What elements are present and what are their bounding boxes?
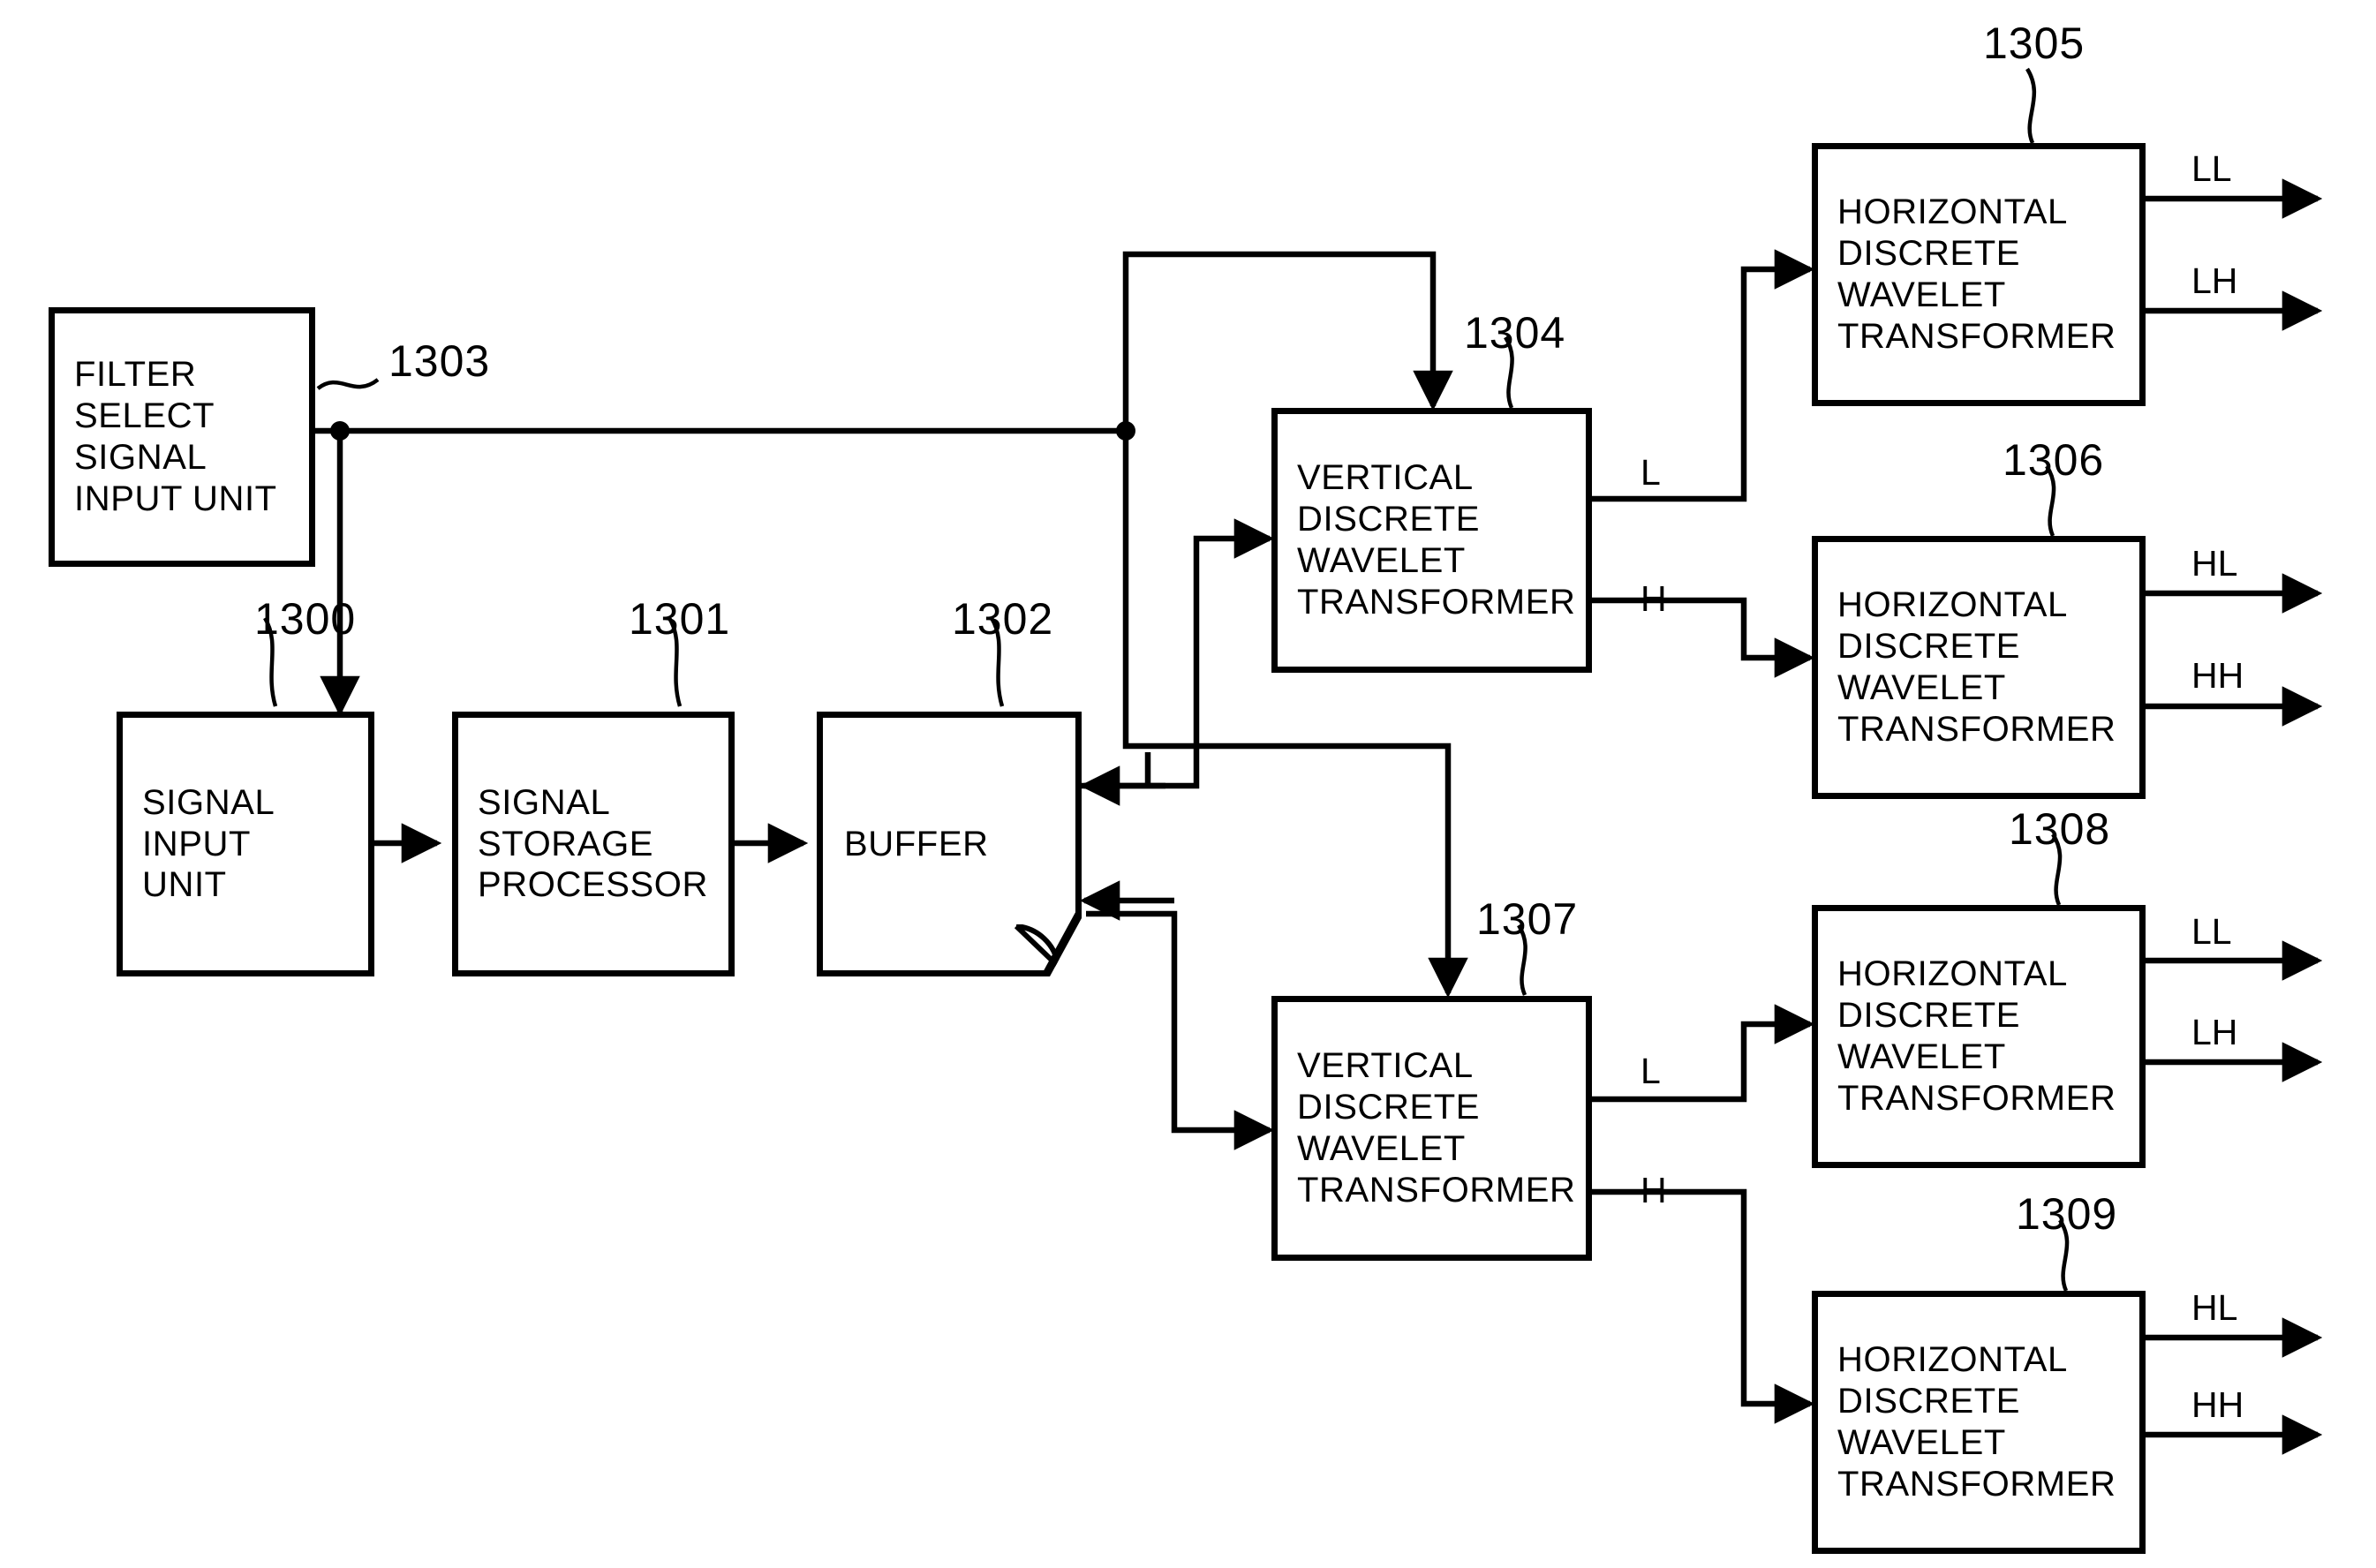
block-line: SELECT: [74, 396, 215, 436]
block-line: DISCRETE: [1837, 1382, 2021, 1421]
leader-1305: [2025, 67, 2037, 144]
block-line: DISCRETE: [1297, 500, 1481, 539]
signal-label-H-top: H: [1641, 578, 1667, 619]
ref-numeral-1304: 1304: [1464, 308, 1566, 358]
block-vertical-dwt-top[interactable]: VERTICAL DISCRETE WAVELET TRANSFORMER: [1271, 408, 1592, 673]
ref-numeral-1306: 1306: [2003, 435, 2105, 485]
block-line: HORIZONTAL: [1837, 585, 2068, 625]
leader-1303: [316, 378, 380, 390]
block-line: HORIZONTAL: [1837, 954, 2068, 994]
block-filter-select-signal-input-unit[interactable]: FILTER SELECT SIGNAL INPUT UNIT: [49, 307, 315, 567]
block-horizontal-dwt-1306[interactable]: HORIZONTAL DISCRETE WAVELET TRANSFORMER: [1812, 536, 2146, 799]
wire-vdwt-bottom-L-to-1308: [1592, 1004, 1815, 1103]
block-line: VERTICAL: [1297, 458, 1474, 498]
ref-numeral-1309: 1309: [2016, 1189, 2118, 1239]
wire-vdwt-top-L-to-1305: [1592, 249, 1815, 502]
block-line: TRANSFORMER: [1297, 582, 1576, 622]
ref-numeral-1303: 1303: [388, 336, 491, 386]
block-signal-storage-processor[interactable]: SIGNAL STORAGE PROCESSOR: [452, 712, 735, 976]
signal-label-LH-1308: LH: [2191, 1012, 2238, 1052]
signal-label-LL-1305: LL: [2191, 148, 2232, 189]
block-line: FILTER: [74, 355, 197, 395]
block-line: TRANSFORMER: [1837, 1464, 2116, 1504]
block-line: UNIT: [142, 865, 227, 905]
ref-numeral-1301: 1301: [629, 594, 731, 644]
block-line: WAVELET: [1297, 541, 1466, 580]
wire-buffer-to-vdwt-bottom: [1086, 910, 1275, 1150]
wire-vdwt-top-H-to-1306: [1592, 597, 1815, 678]
block-horizontal-dwt-1309[interactable]: HORIZONTAL DISCRETE WAVELET TRANSFORMER: [1812, 1291, 2146, 1554]
block-line: WAVELET: [1837, 275, 2006, 314]
signal-label-L-top: L: [1641, 452, 1661, 493]
block-vertical-dwt-bottom[interactable]: VERTICAL DISCRETE WAVELET TRANSFORMER: [1271, 996, 1592, 1261]
block-line: DISCRETE: [1297, 1088, 1481, 1127]
block-line: SIGNAL: [478, 782, 611, 822]
block-line: PROCESSOR: [478, 865, 709, 905]
block-line: SIGNAL: [142, 782, 275, 822]
block-line: WAVELET: [1297, 1129, 1466, 1168]
block-line: DISCRETE: [1837, 996, 2021, 1036]
block-buffer[interactable]: BUFFER: [817, 712, 1082, 976]
block-line: TRANSFORMER: [1297, 1170, 1576, 1210]
block-horizontal-dwt-1305[interactable]: HORIZONTAL DISCRETE WAVELET TRANSFORMER: [1812, 143, 2146, 406]
junction-dot-right: [1116, 421, 1135, 441]
ref-numeral-1305: 1305: [1983, 19, 2086, 68]
block-line: STORAGE: [478, 824, 654, 863]
block-line: HORIZONTAL: [1837, 1340, 2068, 1380]
wire-vdwt-bottom-H-to-1309: [1592, 1188, 1815, 1424]
signal-label-HL-1309: HL: [2191, 1287, 2238, 1328]
signal-label-HH-1306: HH: [2191, 655, 2244, 696]
block-line: HORIZONTAL: [1837, 192, 2068, 232]
block-horizontal-dwt-1308[interactable]: HORIZONTAL DISCRETE WAVELET TRANSFORMER: [1812, 905, 2146, 1168]
block-line: TRANSFORMER: [1837, 316, 2116, 356]
ref-numeral-1308: 1308: [2009, 804, 2111, 854]
junction-dot-left: [330, 421, 350, 441]
block-line: TRANSFORMER: [1837, 709, 2116, 749]
signal-label-HL-1306: HL: [2191, 543, 2238, 584]
block-line: DISCRETE: [1837, 627, 2021, 667]
block-line: VERTICAL: [1297, 1046, 1474, 1086]
ref-numeral-1300: 1300: [254, 594, 357, 644]
block-signal-input-unit[interactable]: SIGNAL INPUT UNIT: [117, 712, 374, 976]
block-line: WAVELET: [1837, 1037, 2006, 1076]
wire-filterselect-to-vdwt-top: [1122, 251, 1453, 431]
folded-corner-icon: [1015, 924, 1060, 969]
ref-numeral-1302: 1302: [952, 594, 1054, 644]
block-line: TRANSFORMER: [1837, 1078, 2116, 1118]
diagram-canvas: FILTER SELECT SIGNAL INPUT UNIT SIGNAL I…: [0, 0, 2376, 1568]
block-line: WAVELET: [1837, 668, 2006, 707]
signal-label-LH-1305: LH: [2191, 260, 2238, 301]
signal-label-LL-1308: LL: [2191, 911, 2232, 952]
block-line: INPUT UNIT: [74, 479, 277, 518]
block-line: SIGNAL: [74, 438, 207, 477]
signal-label-H-bottom: H: [1641, 1170, 1667, 1210]
signal-label-HH-1309: HH: [2191, 1384, 2244, 1425]
ref-numeral-1307: 1307: [1476, 894, 1579, 944]
block-line: DISCRETE: [1837, 234, 2021, 274]
block-line: INPUT: [142, 824, 251, 863]
signal-label-L-bottom: L: [1641, 1051, 1661, 1091]
block-line: WAVELET: [1837, 1423, 2006, 1462]
block-line: BUFFER: [844, 824, 989, 863]
